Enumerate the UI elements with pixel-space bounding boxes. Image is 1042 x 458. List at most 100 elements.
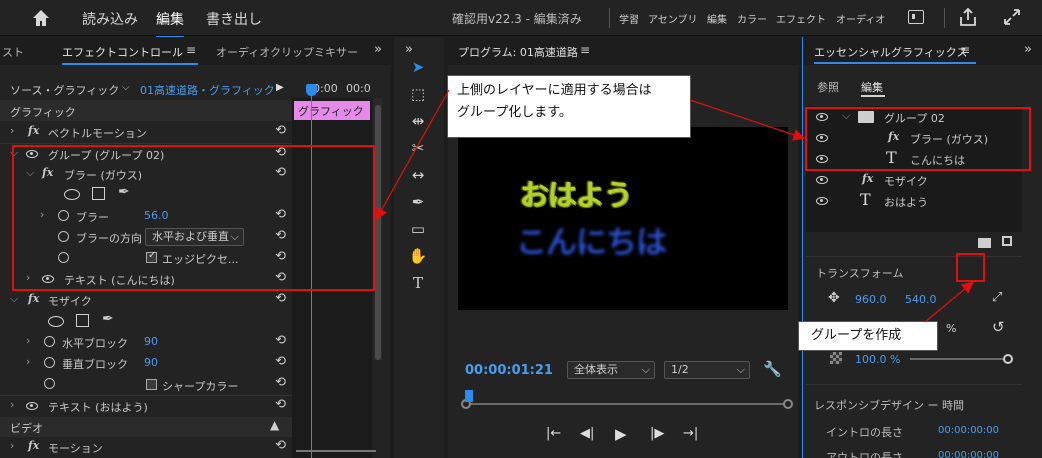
type-tool-icon[interactable]: T <box>407 272 429 294</box>
settings-wrench-icon[interactable]: 🔧 <box>763 360 782 378</box>
position-x-value[interactable]: 960.0 <box>855 293 887 306</box>
divider <box>806 256 1022 257</box>
slip-tool-icon[interactable]: ↔ <box>407 164 429 186</box>
tab-effect-controls[interactable]: エフェクトコントロール <box>62 44 183 60</box>
stopwatch-icon[interactable] <box>44 336 55 347</box>
rectangle-tool-icon[interactable]: ▭ <box>407 218 429 240</box>
outro-length-value[interactable]: 00:00:00:00 <box>938 450 999 458</box>
chevron-down-icon[interactable]: ⌵ <box>10 292 18 306</box>
panel-overflow-icon[interactable]: » <box>1024 42 1032 57</box>
reset-icon[interactable]: ⟲ <box>275 123 286 138</box>
reset-icon[interactable]: ⟲ <box>275 333 286 348</box>
go-to-out-icon[interactable]: →| <box>683 426 698 441</box>
play-icon[interactable]: ▶ <box>615 425 627 443</box>
row-motion[interactable]: › fx モーション ⟲ <box>8 437 292 458</box>
timeline-zoom-bar[interactable] <box>296 450 376 456</box>
create-group-icon[interactable] <box>978 238 991 248</box>
panel-overflow-icon[interactable]: » <box>405 42 413 57</box>
workspace-color[interactable]: カラー <box>737 11 767 26</box>
chevron-right-icon[interactable]: › <box>10 398 14 411</box>
play-only-icon[interactable]: ▶ <box>276 82 284 93</box>
v-block-value[interactable]: 90 <box>144 356 158 369</box>
rotation-icon[interactable]: ↺ <box>992 318 1005 336</box>
track-select-tool-icon[interactable]: ⬚ <box>407 83 429 105</box>
scale-icon[interactable]: ⤢ <box>992 290 1002 305</box>
playhead-handle[interactable] <box>306 84 317 96</box>
opacity-value[interactable]: 100.0 % <box>855 353 900 366</box>
resolution-select[interactable]: 1/2 ⌵ <box>664 361 750 379</box>
row-mosaic[interactable]: ⌵ fx モザイク ⟲ <box>8 290 292 311</box>
chevron-right-icon[interactable]: › <box>10 124 14 137</box>
panel-overflow-icon[interactable]: » <box>374 42 382 57</box>
reset-icon[interactable]: ⟲ <box>275 375 286 390</box>
workspace-learn[interactable]: 学習 <box>619 11 639 26</box>
fullscreen-icon[interactable] <box>1002 7 1022 30</box>
tab-export[interactable]: 書き出し <box>206 9 262 29</box>
essential-graphics-title[interactable]: エッセンシャルグラフィックス <box>814 44 967 60</box>
row-h-block[interactable]: › 水平ブロック 90 ⟲ <box>8 332 292 353</box>
program-scrub-bar[interactable] <box>461 398 793 410</box>
scroll-up-icon[interactable]: ▲ <box>270 418 279 432</box>
chevron-down-icon[interactable]: ⌵ <box>122 82 130 93</box>
razor-tool-icon[interactable]: ✂ <box>407 137 429 159</box>
opacity-slider-handle[interactable] <box>1003 354 1013 364</box>
eye-icon[interactable] <box>816 176 828 184</box>
reset-icon[interactable]: ⟲ <box>275 438 286 453</box>
pen-tool-icon[interactable]: ✒ <box>407 191 429 213</box>
workspace-effects[interactable]: エフェクト <box>776 11 826 26</box>
rect-mask-icon[interactable] <box>76 314 89 327</box>
program-monitor-title[interactable]: プログラム: 01高速道路 <box>458 44 578 60</box>
ellipse-mask-icon[interactable] <box>48 316 64 327</box>
row-vector-motion[interactable]: › fx ベクトルモーション ⟲ <box>8 122 292 143</box>
sharp-color-checkbox[interactable] <box>146 379 157 390</box>
program-timecode[interactable]: 00:00:01:21 <box>465 363 553 378</box>
share-icon[interactable] <box>958 6 978 31</box>
intro-length-value[interactable]: 00:00:00:00 <box>938 425 999 436</box>
reset-icon[interactable]: ⟲ <box>275 397 286 412</box>
row-label: モザイク <box>48 295 92 308</box>
panel-menu-icon[interactable]: ≡ <box>186 43 196 57</box>
tab-edit[interactable]: 編集 <box>156 9 184 38</box>
row-text-ohayo[interactable]: › テキスト (おはよう) ⟲ <box>8 396 292 417</box>
chevron-right-icon[interactable]: › <box>26 355 30 368</box>
tab-audio-clip-mixer[interactable]: オーディオクリップミキサー <box>216 44 358 60</box>
zoom-select[interactable]: 全体表示 ⌵ <box>567 361 655 379</box>
go-to-in-icon[interactable]: |← <box>546 426 561 441</box>
h-block-value[interactable]: 90 <box>144 335 158 348</box>
position-y-value[interactable]: 540.0 <box>905 293 937 306</box>
hand-tool-icon[interactable]: ✋ <box>407 245 429 267</box>
tab-browse[interactable]: 参照 <box>817 79 839 95</box>
chevron-right-icon[interactable]: › <box>10 439 14 452</box>
panel-menu-icon[interactable]: ≡ <box>580 43 590 57</box>
step-forward-icon[interactable]: |▶ <box>650 426 664 441</box>
workspace-edit[interactable]: 編集 <box>707 11 727 26</box>
ripple-edit-tool-icon[interactable]: ⇹ <box>407 110 429 132</box>
scrollbar-thumb[interactable] <box>375 105 381 360</box>
new-layer-icon[interactable] <box>1002 236 1012 246</box>
tab-edit[interactable]: 編集 <box>861 79 883 95</box>
row-v-block[interactable]: › 垂直ブロック 90 ⟲ <box>8 353 292 374</box>
opacity-slider-track[interactable] <box>910 358 1008 360</box>
program-playhead[interactable] <box>465 390 473 402</box>
workspace-menu-icon[interactable] <box>908 10 924 24</box>
step-back-icon[interactable]: ◀| <box>580 426 594 441</box>
pen-mask-icon[interactable]: ✒ <box>102 311 114 327</box>
stopwatch-icon[interactable] <box>44 357 55 368</box>
eye-icon[interactable] <box>26 402 38 410</box>
home-icon[interactable] <box>31 8 51 28</box>
stopwatch-icon[interactable] <box>44 378 55 389</box>
tab-project-partial[interactable]: スト <box>2 44 24 60</box>
tab-import[interactable]: 読み込み <box>82 9 138 29</box>
reset-icon[interactable]: ⟲ <box>275 291 286 306</box>
workspace-audio[interactable]: オーディオ <box>836 11 885 26</box>
chevron-down-icon: ⌵ <box>641 363 650 376</box>
chevron-right-icon[interactable]: › <box>26 334 30 347</box>
workspace-assembly[interactable]: アセンブリ <box>648 11 698 26</box>
eye-icon[interactable] <box>816 197 828 205</box>
selection-tool-icon[interactable]: ➤ <box>407 56 429 78</box>
layer-ohayo[interactable]: T おはよう <box>806 190 1022 212</box>
panel-menu-icon[interactable]: ≡ <box>960 43 970 57</box>
layer-mosaic[interactable]: fx モザイク <box>806 170 1022 191</box>
reset-icon[interactable]: ⟲ <box>275 354 286 369</box>
clip-label[interactable]: 01高速道路・グラフィック <box>140 82 275 98</box>
